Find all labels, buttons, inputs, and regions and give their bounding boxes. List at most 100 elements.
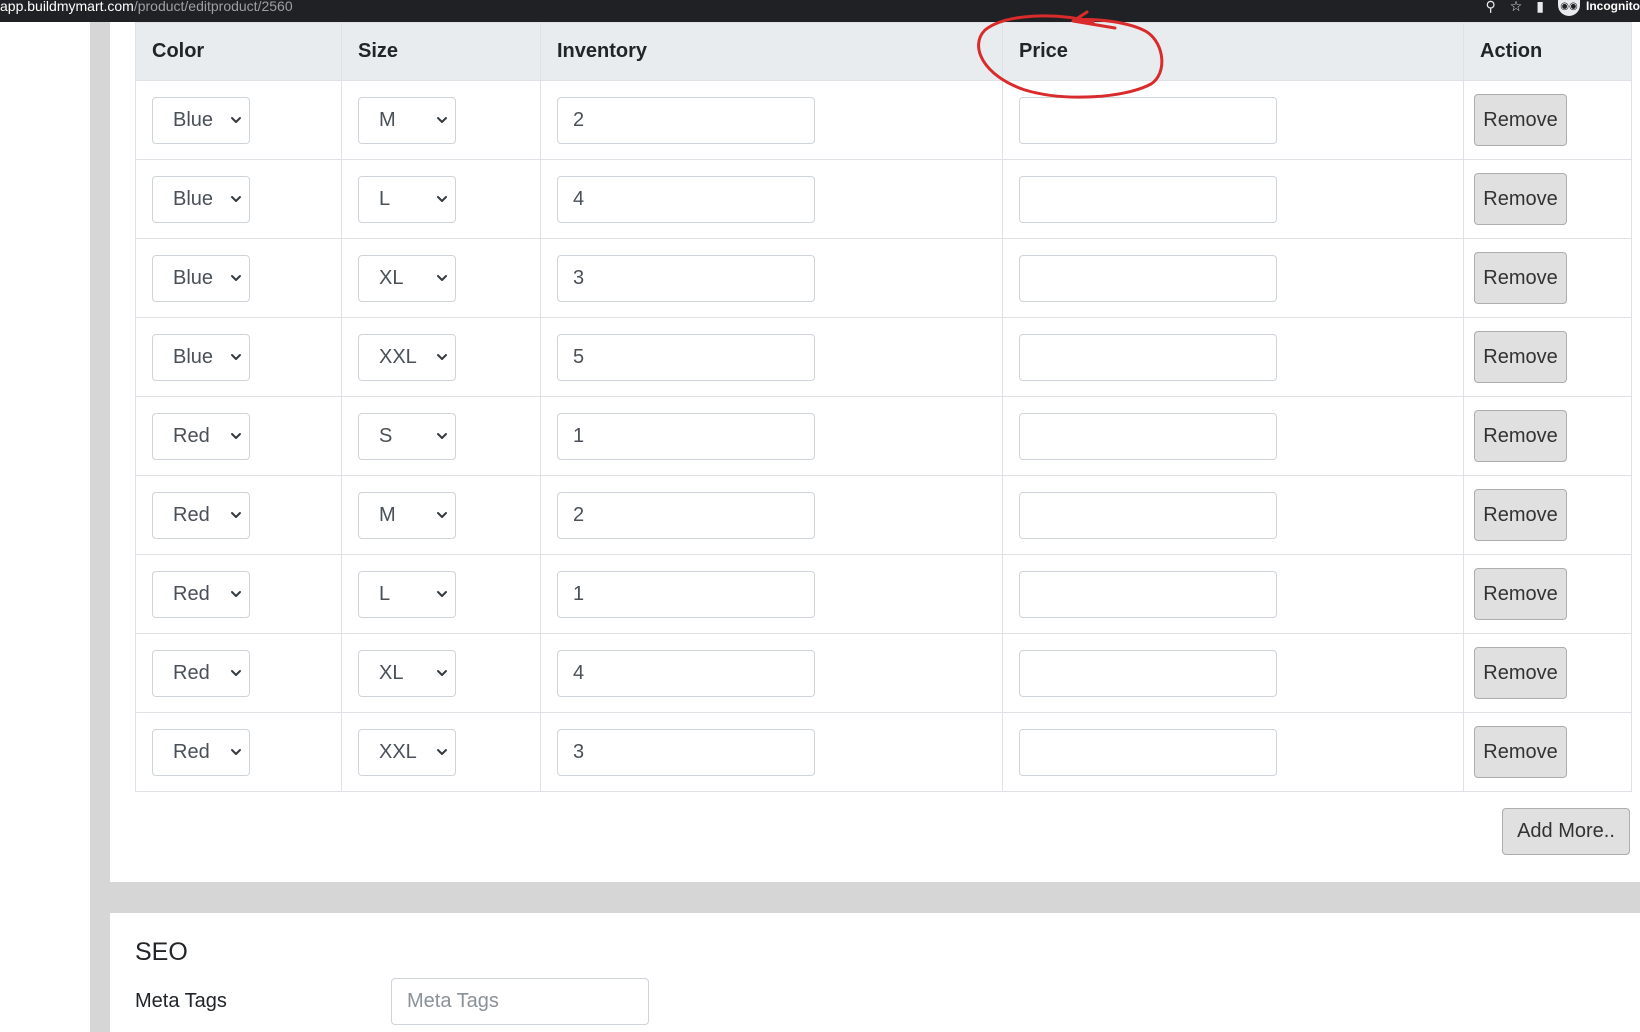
- url-path: /product/editproduct/2560: [133, 0, 293, 14]
- chevron-down-icon: [229, 414, 243, 459]
- chevron-down-icon: [435, 730, 449, 775]
- price-cell: [1002, 80, 1464, 160]
- color-select-value: Blue: [173, 187, 214, 210]
- size-select[interactable]: L: [358, 175, 456, 223]
- size-select[interactable]: XL: [358, 254, 456, 302]
- chevron-down-icon: [229, 572, 243, 617]
- action-cell: Remove: [1463, 238, 1632, 318]
- side-panel-icon[interactable]: ▮: [1536, 0, 1544, 13]
- size-cell: L: [341, 159, 541, 239]
- size-select[interactable]: XXL: [358, 728, 456, 776]
- remove-button[interactable]: Remove: [1474, 489, 1567, 541]
- incognito-indicator[interactable]: ◉◉ Incognito: [1558, 0, 1640, 16]
- inventory-input[interactable]: 4: [557, 175, 815, 223]
- price-input[interactable]: [1019, 175, 1277, 223]
- inventory-cell: 3: [540, 712, 1003, 792]
- remove-button[interactable]: Remove: [1474, 726, 1567, 778]
- meta-tags-label: Meta Tags: [135, 990, 227, 1012]
- size-select-value: XXL: [379, 740, 417, 763]
- inventory-input[interactable]: 4: [557, 649, 815, 697]
- size-select[interactable]: M: [358, 96, 456, 144]
- size-cell: M: [341, 80, 541, 160]
- action-cell: Remove: [1463, 633, 1632, 713]
- price-cell: [1002, 475, 1464, 555]
- chevron-down-icon: [229, 335, 243, 380]
- remove-button[interactable]: Remove: [1474, 252, 1567, 304]
- size-select[interactable]: XXL: [358, 333, 456, 381]
- price-cell: [1002, 712, 1464, 792]
- color-select[interactable]: Blue: [152, 333, 250, 381]
- add-more-button[interactable]: Add More..: [1502, 808, 1630, 855]
- price-input[interactable]: [1019, 491, 1277, 539]
- price-input[interactable]: [1019, 333, 1277, 381]
- color-cell: Blue: [135, 238, 342, 318]
- color-select[interactable]: Red: [152, 491, 250, 539]
- size-cell: M: [341, 475, 541, 555]
- browser-actions: ⚲ ☆ ▮ ◉◉ Incognito: [1485, 0, 1640, 22]
- column-header-price: Price: [1002, 22, 1464, 81]
- zoom-icon[interactable]: ⚲: [1485, 0, 1495, 13]
- seo-section-title: SEO: [135, 938, 188, 966]
- price-input[interactable]: [1019, 649, 1277, 697]
- color-cell: Blue: [135, 159, 342, 239]
- inventory-input[interactable]: 2: [557, 491, 815, 539]
- meta-tags-input[interactable]: Meta Tags: [391, 978, 649, 1025]
- chevron-down-icon: [229, 493, 243, 538]
- remove-button[interactable]: Remove: [1474, 647, 1567, 699]
- size-select[interactable]: S: [358, 412, 456, 460]
- price-cell: [1002, 317, 1464, 397]
- chevron-down-icon: [229, 256, 243, 301]
- table-row: Red XL 4 Remove: [135, 633, 1632, 713]
- price-input[interactable]: [1019, 96, 1277, 144]
- inventory-cell: 3: [540, 238, 1003, 318]
- color-select[interactable]: Blue: [152, 175, 250, 223]
- size-select[interactable]: XL: [358, 649, 456, 697]
- remove-button[interactable]: Remove: [1474, 173, 1567, 225]
- color-select[interactable]: Red: [152, 728, 250, 776]
- size-select-value: XL: [379, 266, 404, 289]
- color-select[interactable]: Red: [152, 570, 250, 618]
- color-select[interactable]: Red: [152, 649, 250, 697]
- color-select[interactable]: Blue: [152, 254, 250, 302]
- chevron-down-icon: [229, 98, 243, 143]
- inventory-input[interactable]: 3: [557, 728, 815, 776]
- size-cell: XL: [341, 633, 541, 713]
- table-row: Blue M 2 Remove: [135, 80, 1632, 160]
- price-input[interactable]: [1019, 412, 1277, 460]
- column-header-size: Size: [341, 22, 541, 81]
- size-select-value: XL: [379, 661, 404, 684]
- price-input[interactable]: [1019, 728, 1277, 776]
- remove-button[interactable]: Remove: [1474, 410, 1567, 462]
- chevron-down-icon: [229, 730, 243, 775]
- chevron-down-icon: [435, 493, 449, 538]
- color-select[interactable]: Blue: [152, 96, 250, 144]
- column-header-color: Color: [135, 22, 342, 81]
- inventory-input[interactable]: 3: [557, 254, 815, 302]
- remove-button[interactable]: Remove: [1474, 331, 1567, 383]
- inventory-cell: 4: [540, 633, 1003, 713]
- size-select[interactable]: M: [358, 491, 456, 539]
- color-select-value: Blue: [173, 108, 214, 131]
- inventory-input[interactable]: 2: [557, 96, 815, 144]
- remove-button[interactable]: Remove: [1474, 94, 1567, 146]
- inventory-input[interactable]: 1: [557, 412, 815, 460]
- remove-button[interactable]: Remove: [1474, 568, 1567, 620]
- inventory-cell: 2: [540, 80, 1003, 160]
- size-select[interactable]: L: [358, 570, 456, 618]
- column-header-action: Action: [1463, 22, 1632, 81]
- price-input[interactable]: [1019, 254, 1277, 302]
- bookmark-star-icon[interactable]: ☆: [1510, 0, 1523, 13]
- size-select-value: XXL: [379, 345, 417, 368]
- inventory-input[interactable]: 5: [557, 333, 815, 381]
- inventory-cell: 5: [540, 317, 1003, 397]
- color-cell: Blue: [135, 80, 342, 160]
- price-input[interactable]: [1019, 570, 1277, 618]
- color-select[interactable]: Red: [152, 412, 250, 460]
- table-row: Blue XL 3 Remove: [135, 238, 1632, 318]
- inventory-input[interactable]: 1: [557, 570, 815, 618]
- table-row: Red L 1 Remove: [135, 554, 1632, 634]
- column-header-inventory: Inventory: [540, 22, 1003, 81]
- size-cell: XXL: [341, 317, 541, 397]
- page-gutter: [90, 22, 110, 1032]
- address-bar[interactable]: app.buildmymart.com/product/editproduct/…: [0, 0, 293, 22]
